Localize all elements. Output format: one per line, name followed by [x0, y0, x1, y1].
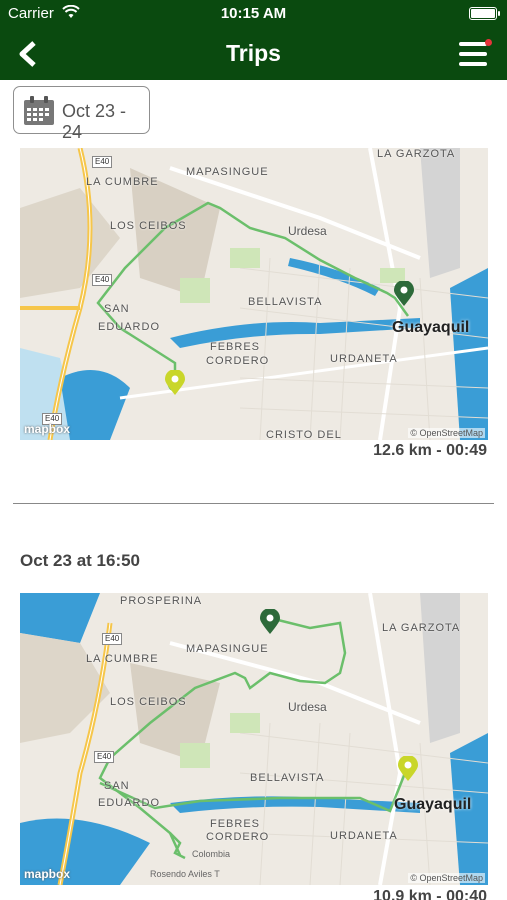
trip-date-heading: Oct 23 at 16:50	[20, 551, 141, 570]
road-shield: E40	[92, 156, 113, 168]
map-label: LOS CEIBOS	[110, 220, 187, 232]
map-label: MAPASINGUE	[186, 166, 269, 178]
map-label: BELLAVISTA	[248, 296, 323, 308]
map-label: Urdesa	[288, 700, 327, 714]
map-label: CRISTO DEL	[266, 429, 342, 440]
map-label: MAPASINGUE	[186, 643, 269, 655]
battery-icon	[469, 7, 500, 20]
map-label: LOS CEIBOS	[110, 696, 187, 708]
start-pin-icon	[394, 281, 414, 306]
trip-stats: 12.6 km - 00:49	[373, 442, 487, 459]
nav-bar: Trips	[0, 28, 507, 80]
map-city-label: Guayaquil	[394, 796, 472, 813]
map-label: PROSPERINA	[120, 595, 203, 607]
road-shield: E40	[102, 633, 123, 645]
status-bar: Carrier 10:15 AM	[0, 0, 507, 28]
trip-stats: 10.9 km - 00:40	[373, 888, 487, 900]
road-shield: E40	[94, 751, 115, 763]
calendar-icon	[24, 96, 54, 125]
map-label: LA GARZOTA	[377, 148, 456, 160]
page-title: Trips	[226, 40, 281, 66]
map-attribution[interactable]: © OpenStreetMap	[408, 428, 485, 438]
map-label: LA CUMBRE	[86, 176, 159, 188]
menu-icon[interactable]	[459, 39, 492, 68]
map-label: FEBRES	[210, 341, 261, 353]
map-label: LA CUMBRE	[86, 653, 159, 665]
map-label: EDUARDO	[98, 321, 161, 333]
map-label: FEBRES	[210, 818, 261, 830]
end-pin-icon	[165, 370, 185, 395]
map-label: SAN	[104, 780, 130, 792]
map-label: SAN	[104, 303, 130, 315]
map-base	[20, 148, 488, 440]
start-pin-icon	[260, 609, 280, 634]
date-range-label: Oct 23 - 24	[62, 101, 127, 142]
map-label: CORDERO	[206, 831, 270, 843]
map-label: EDUARDO	[98, 797, 161, 809]
trip-map[interactable]: LA GARZOTA MAPASINGUE LA CUMBRE LOS CEIB…	[20, 148, 488, 440]
end-pin-icon	[398, 756, 418, 781]
mapbox-logo: mapbox	[24, 867, 71, 881]
street-label: Colombia	[192, 849, 231, 859]
notification-dot	[485, 39, 492, 46]
map-attribution[interactable]: © OpenStreetMap	[408, 873, 485, 883]
map-label: CORDERO	[206, 355, 270, 367]
mapbox-logo: mapbox	[24, 422, 71, 436]
map-city-label: Guayaquil	[392, 319, 470, 336]
road-shield: E40	[92, 274, 113, 286]
map-label: BELLAVISTA	[250, 772, 325, 784]
trip-map[interactable]: PROSPERINA LA GARZOTA MAPASINGUE LA CUMB…	[20, 593, 488, 885]
map-label: URDANETA	[330, 830, 398, 842]
map-label: URDANETA	[330, 353, 398, 365]
street-label: Rosendo Aviles T	[150, 869, 220, 879]
status-time: 10:15 AM	[220, 5, 287, 22]
map-label: Urdesa	[288, 224, 327, 238]
map-label: LA GARZOTA	[382, 622, 461, 634]
date-range-button[interactable]: Oct 23 - 24	[13, 86, 150, 142]
divider	[13, 503, 494, 504]
